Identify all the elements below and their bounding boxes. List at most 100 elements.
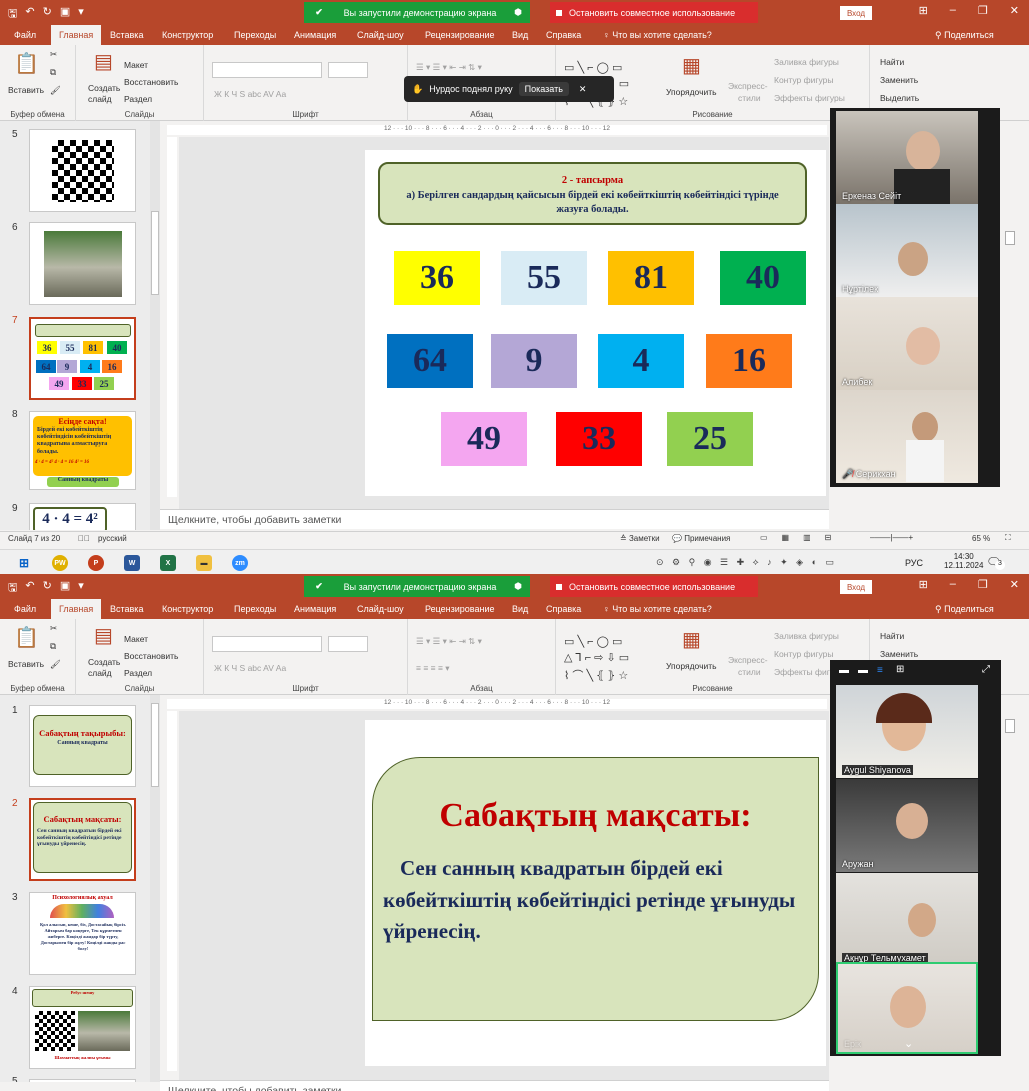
tab-transitions[interactable]: Переходы	[234, 30, 276, 40]
shape-effects-button[interactable]: Эффекты фигуры	[774, 93, 845, 103]
notes-pane[interactable]: Щелкните, чтобы добавить заметки	[160, 509, 829, 529]
section-button[interactable]: Раздел	[124, 94, 152, 104]
slide-thumbnail-5[interactable]	[29, 129, 136, 212]
share-button[interactable]: ⚲ Поделиться	[935, 604, 994, 615]
font-size-select[interactable]	[328, 62, 368, 78]
clock[interactable]: 14:30 12.11.2024	[944, 552, 983, 570]
list-buttons[interactable]: ☰ ▾ ☰ ▾ ⇤ ⇥ ⇅ ▾	[416, 62, 482, 73]
font-size-select[interactable]	[328, 636, 368, 652]
tab-insert[interactable]: Вставка	[110, 604, 143, 614]
new-slide-icon[interactable]: ▤	[94, 49, 113, 74]
participant-video[interactable]: 🎤̸ Серикхан	[836, 390, 978, 483]
editor-scrollbar[interactable]	[1003, 695, 1017, 1085]
sign-in-button[interactable]: Вход	[840, 6, 872, 20]
cut-icon[interactable]: ✂	[50, 623, 57, 634]
layout-button[interactable]: Макет	[124, 60, 148, 70]
windows-start-icon[interactable]: ⊞	[16, 555, 32, 571]
participant-video[interactable]: Еркеназ Сейіт	[836, 111, 978, 204]
gallery-view-icon[interactable]: ⊞	[896, 664, 904, 675]
undo-icon[interactable]: ↶	[25, 5, 34, 24]
strip-view-icon[interactable]: ≡	[877, 665, 883, 676]
zoom-app-icon[interactable]: zm	[232, 555, 248, 571]
paste-icon[interactable]: 📋	[14, 625, 39, 650]
ribbon-display-icon[interactable]: ⊞	[919, 4, 928, 17]
thumbnail-scrollbar[interactable]	[150, 695, 160, 1082]
current-slide-7[interactable]: 2 - тапсырма а) Берілген сандардың қайсы…	[365, 150, 826, 496]
close-icon[interactable]: ✕	[1010, 578, 1019, 591]
copy-icon[interactable]: ⧉	[50, 67, 56, 78]
dismiss-icon[interactable]: ✕	[579, 84, 587, 95]
customize-icon[interactable]: ▾	[78, 5, 84, 24]
stop-share-button[interactable]: Остановить совместное использование	[550, 2, 758, 23]
list-buttons[interactable]: ☰ ▾ ☰ ▾ ⇤ ⇥ ⇅ ▾	[416, 636, 482, 647]
expand-icon[interactable]: ⤢	[982, 664, 990, 675]
tab-slideshow[interactable]: Слайд-шоу	[357, 604, 404, 614]
participant-video[interactable]: Аружан	[836, 779, 978, 872]
thumbnail-scrollbar[interactable]	[150, 121, 160, 530]
cut-icon[interactable]: ✂	[50, 49, 57, 60]
start-slideshow-icon[interactable]: ▣	[60, 579, 70, 598]
tab-view[interactable]: Вид	[512, 604, 528, 614]
show-button[interactable]: Показать	[518, 82, 569, 96]
tell-me-search[interactable]: ♀ Что вы хотите сделать?	[603, 30, 712, 40]
customize-icon[interactable]: ▾	[78, 579, 84, 598]
tab-animations[interactable]: Анимация	[294, 604, 336, 614]
minimize-icon[interactable]: –	[950, 578, 956, 591]
shape-fill-button[interactable]: Заливка фигуры	[774, 57, 839, 67]
find-button[interactable]: Найти	[880, 631, 904, 641]
start-slideshow-icon[interactable]: ▣	[60, 5, 70, 24]
spellcheck-icon[interactable]: ☐⃞	[78, 534, 90, 543]
excel-icon[interactable]: X	[160, 555, 176, 571]
arrange-icon[interactable]: ▦	[682, 53, 701, 78]
format-painter-icon[interactable]: 🖌	[50, 659, 61, 670]
save-icon[interactable]: 🖫	[8, 5, 17, 24]
tab-animations[interactable]: Анимация	[294, 30, 336, 40]
slide-thumbnail-5[interactable]	[29, 1079, 136, 1082]
arrange-button[interactable]: Упорядочить	[666, 87, 717, 97]
format-painter-icon[interactable]: 🖌	[50, 85, 61, 96]
view-buttons[interactable]: ▭▦▥⊟	[760, 533, 845, 542]
powerpoint-icon[interactable]: P	[88, 555, 104, 571]
participant-video[interactable]: Нұртілек	[836, 204, 978, 297]
slide-thumbnail-7[interactable]: 36 55 81 40 64 9 4 16 49 33 25	[29, 317, 136, 400]
tab-design[interactable]: Конструктор	[162, 30, 213, 40]
notes-toggle[interactable]: ≙ Заметки	[620, 534, 660, 543]
shapes-gallery[interactable]: ▭ ╲ ⌐ ◯ ▭	[564, 61, 622, 74]
editor-scrollbar[interactable]	[1003, 121, 1017, 530]
slide-thumbnail-8[interactable]: Есіңде сақта! Бірдей екі көбейткіштің кө…	[29, 411, 136, 490]
slide-thumbnail-4[interactable]: Ребус шешу Шахматтың жалпы ұғымы	[29, 986, 136, 1069]
participant-video[interactable]: Aygul Shiyanova	[836, 685, 978, 778]
participant-video[interactable]: Алибек	[836, 297, 978, 390]
reset-button[interactable]: Восстановить	[124, 651, 178, 661]
tab-insert[interactable]: Вставка	[110, 30, 143, 40]
tab-transitions[interactable]: Переходы	[234, 604, 276, 614]
system-tray-icons[interactable]: ⊙ ⚙ ⚲ ◉ ☰ ✚ ⟡ ♪ ✦ ◈ ◐ ▭	[656, 557, 837, 568]
tab-file[interactable]: Файл	[14, 30, 36, 40]
current-slide-2[interactable]: Сабақтың мақсаты: Сен санның квадратын б…	[365, 720, 826, 1066]
close-icon[interactable]: ✕	[1010, 4, 1019, 17]
font-family-select[interactable]	[212, 636, 322, 652]
tab-design[interactable]: Конструктор	[162, 604, 213, 614]
copy-icon[interactable]: ⧉	[50, 641, 56, 652]
new-slide-button[interactable]: Создать	[88, 657, 120, 667]
paste-button[interactable]: Вставить	[8, 85, 44, 95]
tab-review[interactable]: Рецензирование	[425, 30, 495, 40]
scroll-thumb[interactable]	[1005, 719, 1015, 733]
tab-home[interactable]: Главная	[51, 25, 102, 45]
tab-help[interactable]: Справка	[546, 30, 581, 40]
paste-icon[interactable]: 📋	[14, 51, 39, 76]
undo-icon[interactable]: ↶	[25, 579, 34, 598]
align-buttons[interactable]: ≡ ≡ ≡ ≡ ▾	[416, 663, 450, 674]
save-icon[interactable]: 🖫	[8, 579, 17, 598]
minimize-video-icon[interactable]: ▬	[839, 665, 849, 676]
participant-video[interactable]: Ақнұр Тельмухамет	[836, 873, 978, 966]
quick-styles-button[interactable]: Экспресс-	[728, 655, 768, 665]
tab-review[interactable]: Рецензирование	[425, 604, 495, 614]
replace-button[interactable]: Заменить	[880, 75, 918, 85]
chevron-down-icon[interactable]: ⌄	[904, 1037, 913, 1050]
word-icon[interactable]: W	[124, 555, 140, 571]
file-explorer-icon[interactable]: ▬	[196, 555, 212, 571]
sign-in-button[interactable]: Вход	[840, 580, 872, 594]
slide-thumbnail-6[interactable]	[29, 222, 136, 305]
tab-file[interactable]: Файл	[14, 604, 36, 614]
